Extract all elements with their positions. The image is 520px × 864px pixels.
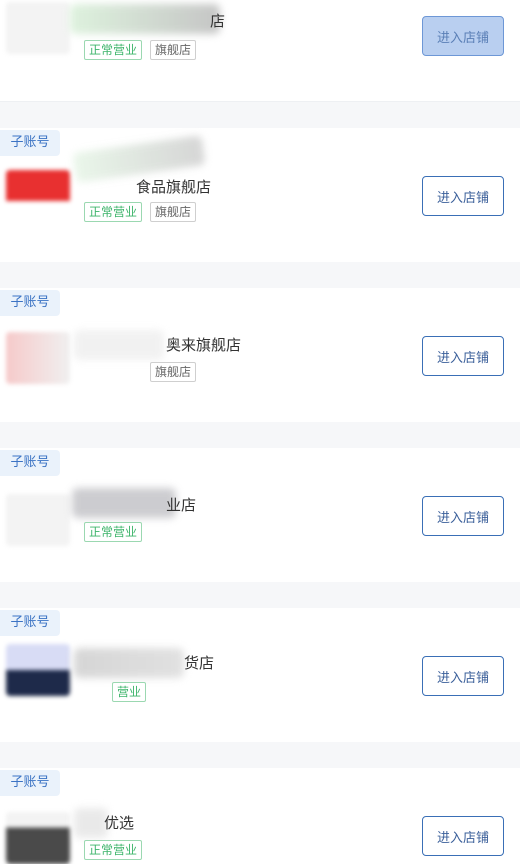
- store-name: 优选: [104, 814, 135, 832]
- enter-store-button[interactable]: 进入店铺: [422, 336, 504, 376]
- store-name-redacted: [70, 4, 220, 34]
- store-name-redacted: [72, 488, 176, 518]
- store-logo: [6, 494, 70, 546]
- store-name-redacted: [74, 648, 184, 678]
- store-tags: 旗舰店: [84, 362, 197, 382]
- sub-account-badge: 子账号: [0, 610, 60, 636]
- separator: [0, 102, 520, 128]
- status-tag: 正常营业: [84, 202, 143, 222]
- enter-store-button[interactable]: 进入店铺: [422, 16, 504, 56]
- sub-account-badge: 子账号: [0, 770, 60, 796]
- enter-store-button[interactable]: 进入店铺: [422, 816, 504, 856]
- store-logo: [6, 170, 70, 222]
- store-name: 店: [210, 12, 226, 30]
- status-tag: 正常营业: [84, 522, 143, 542]
- store-name-redacted: [74, 330, 164, 360]
- store-name: 奥来旗舰店: [166, 336, 242, 354]
- sub-account-badge: 子账号: [0, 450, 60, 476]
- store-tags: 正常营业: [84, 522, 143, 542]
- store-tags: 营业: [84, 682, 147, 702]
- separator: [0, 582, 520, 608]
- store-name-redacted: [74, 808, 108, 838]
- store-tags: 正常营业 旗舰店: [84, 202, 197, 222]
- type-tag: 旗舰店: [150, 40, 197, 60]
- separator: [0, 262, 520, 288]
- status-tag: 正常营业: [84, 40, 143, 60]
- enter-store-button[interactable]: 进入店铺: [422, 656, 504, 696]
- store-name: 食品旗舰店: [136, 178, 212, 196]
- store-card: 子账号 业店 正常营业 进入店铺: [0, 448, 520, 583]
- store-name: 业店: [166, 496, 197, 514]
- separator: [0, 422, 520, 448]
- separator: [0, 742, 520, 768]
- store-card: 子账号 食品旗舰店 正常营业 旗舰店 进入店铺: [0, 128, 520, 263]
- sub-account-badge: 子账号: [0, 290, 60, 316]
- sub-account-badge: 子账号: [0, 130, 60, 156]
- store-logo: [6, 644, 70, 696]
- store-logo: [6, 2, 70, 54]
- type-tag: 旗舰店: [150, 362, 197, 382]
- store-logo: [6, 812, 70, 864]
- store-card: 子账号 奥来旗舰店 旗舰店 进入店铺: [0, 288, 520, 423]
- store-tags: 正常营业 旗舰店: [84, 40, 197, 60]
- store-card: 子账号 货店 营业 进入店铺: [0, 608, 520, 743]
- status-tag: 营业: [112, 682, 147, 702]
- store-tags: 正常营业: [84, 840, 143, 860]
- store-card: 子账号 优选 正常营业 进入店铺: [0, 768, 520, 864]
- store-name: 货店: [184, 654, 215, 672]
- type-tag: 旗舰店: [150, 202, 197, 222]
- enter-store-button[interactable]: 进入店铺: [422, 496, 504, 536]
- store-card: 店 正常营业 旗舰店 进入店铺: [0, 0, 520, 102]
- status-tag: 正常营业: [84, 840, 143, 860]
- enter-store-button[interactable]: 进入店铺: [422, 176, 504, 216]
- store-logo: [6, 332, 70, 384]
